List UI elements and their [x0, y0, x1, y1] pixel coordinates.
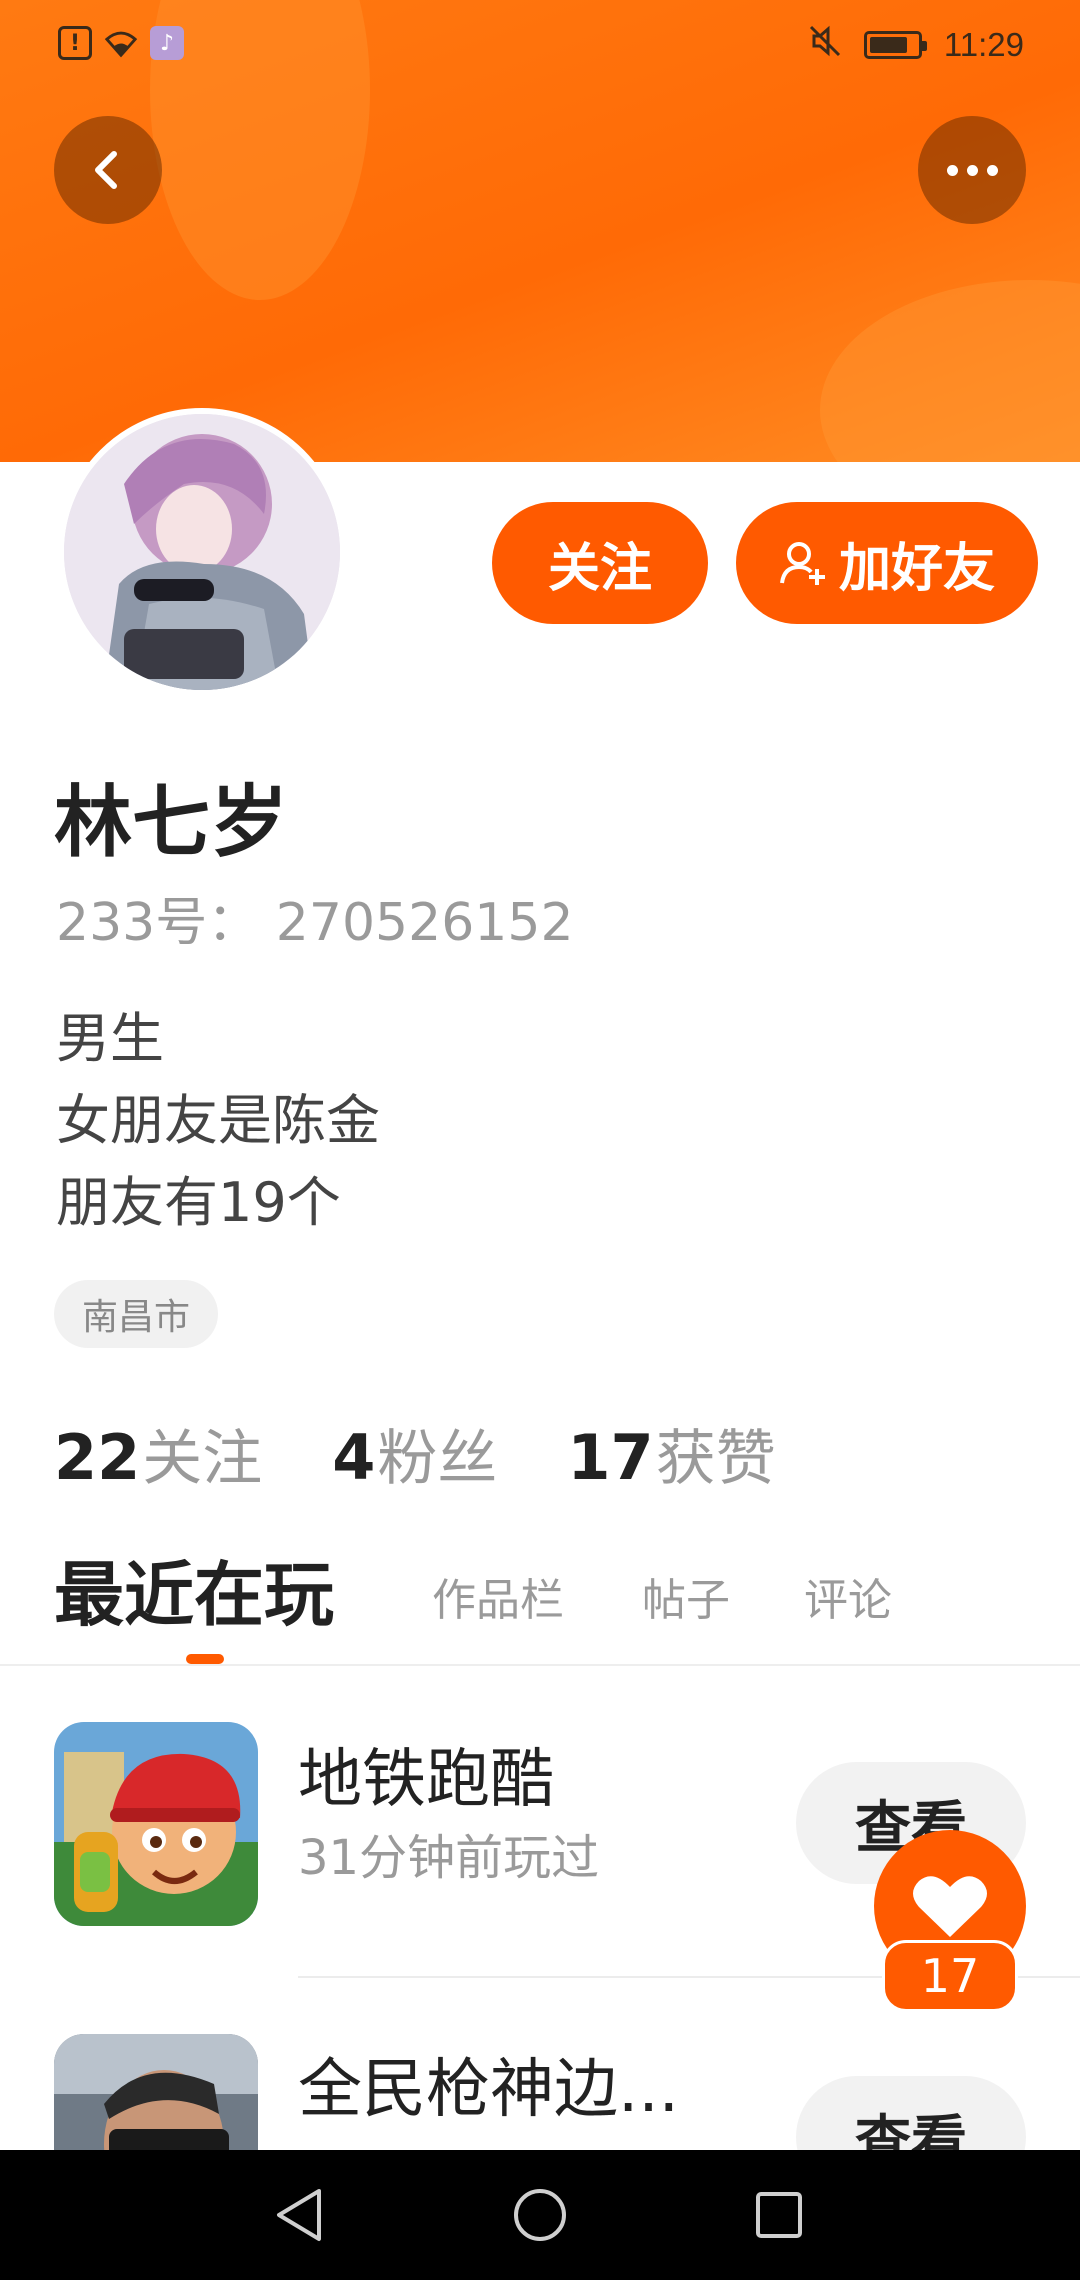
- avatar[interactable]: [58, 408, 346, 696]
- add-friend-button-label: 加好友: [838, 538, 995, 599]
- battery-fill: [869, 37, 907, 53]
- more-horizontal-icon: [946, 164, 998, 176]
- more-options-button[interactable]: [918, 116, 1026, 224]
- stat-count: 4: [332, 1421, 376, 1494]
- follow-button[interactable]: 关注: [492, 502, 708, 624]
- game-icon[interactable]: [54, 2034, 258, 2150]
- system-nav-bar: [0, 2150, 1080, 2280]
- game-last-played: 31分钟前玩过: [298, 1830, 600, 1886]
- user-plus-icon: [779, 542, 825, 585]
- stat-following[interactable]: 22 关注: [54, 1410, 262, 1497]
- stat-count: 17: [567, 1421, 654, 1494]
- stat-label: 关注: [142, 1424, 263, 1494]
- profile-id[interactable]: 233号： 270526152: [56, 880, 574, 955]
- stat-followers[interactable]: 4 粉丝: [332, 1410, 497, 1497]
- battery-icon: [863, 31, 927, 59]
- game-icon[interactable]: [54, 1722, 258, 1926]
- nav-home-button[interactable]: [505, 2180, 575, 2250]
- heart-icon: [913, 1876, 987, 1937]
- view-button[interactable]: 查看: [796, 2076, 1026, 2150]
- stat-label: 粉丝: [377, 1424, 498, 1494]
- profile-tabs: 最近在玩 作品栏 帖子 评论: [0, 1540, 1080, 1666]
- tab-posts[interactable]: 帖子: [642, 1546, 730, 1656]
- stat-likes[interactable]: 17 获赞: [567, 1410, 775, 1497]
- sim-alert-icon: !: [58, 26, 92, 60]
- tab-works[interactable]: 作品栏: [432, 1546, 564, 1656]
- game-title: 地铁跑酷: [298, 1743, 554, 1817]
- profile-stats: 22 关注 4 粉丝 17 获赞: [54, 1410, 776, 1497]
- status-time: 11:29: [943, 26, 1024, 63]
- circle-home-icon: [514, 2189, 566, 2241]
- music-app-icon: ♪: [150, 26, 184, 60]
- bio-line: 女朋友是陈金: [56, 1089, 380, 1152]
- square-recents-icon: [756, 2192, 802, 2238]
- chevron-left-icon: [95, 151, 117, 189]
- status-right-icons: 11:29: [808, 24, 1024, 66]
- like-count-badge: 17: [882, 1940, 1018, 2012]
- wifi-icon: [104, 26, 138, 60]
- bio-line: 男生: [56, 1007, 164, 1070]
- nav-recents-button[interactable]: [744, 2180, 814, 2250]
- nav-back-button[interactable]: [264, 2180, 334, 2250]
- stat-count: 22: [54, 1421, 141, 1494]
- tab-recently-played[interactable]: 最近在玩: [54, 1540, 334, 1650]
- tab-active-indicator: [186, 1654, 224, 1664]
- header-decoration: [820, 280, 1080, 462]
- follow-button-label: 关注: [547, 538, 652, 599]
- tab-comments[interactable]: 评论: [804, 1546, 892, 1656]
- status-bar: ! ♪ 11:29: [0, 0, 1080, 92]
- back-button[interactable]: [54, 116, 162, 224]
- bio-line: 朋友有19个: [56, 1171, 341, 1234]
- add-friend-button[interactable]: 加好友: [736, 502, 1038, 624]
- profile-name: 林七岁: [54, 778, 289, 868]
- game-title: 全民枪神边...: [298, 2053, 680, 2127]
- profile-bio: 男生 女朋友是陈金 朋友有19个: [56, 998, 380, 1244]
- mute-icon: [808, 24, 842, 66]
- triangle-back-icon: [277, 2189, 321, 2241]
- stat-label: 获赞: [655, 1424, 776, 1494]
- status-left-icons: ! ♪: [58, 26, 184, 60]
- location-tag: 南昌市: [54, 1280, 219, 1348]
